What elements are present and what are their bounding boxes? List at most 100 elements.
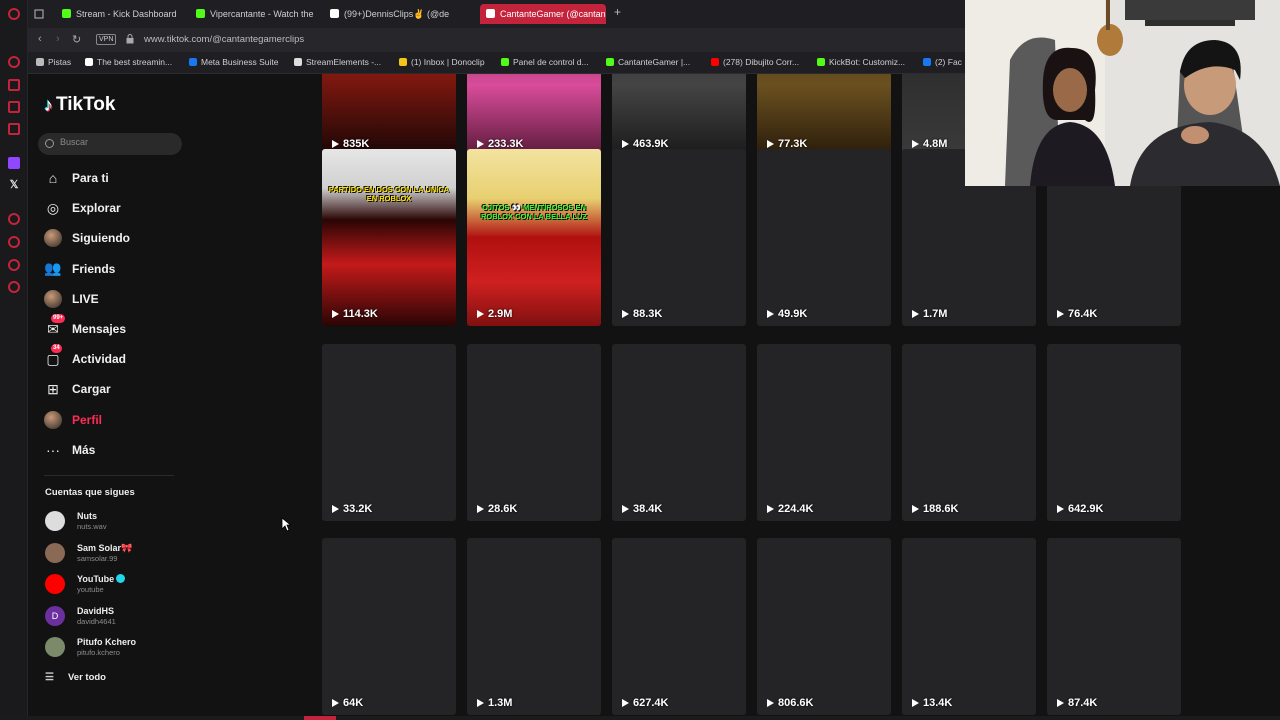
forward-icon[interactable]: › (56, 33, 60, 45)
bookmark-item[interactable]: CantanteGamer |... (606, 57, 690, 67)
video-card[interactable]: 188.6K (902, 344, 1036, 521)
sidebar-item-explorar[interactable]: ◎ Explorar (44, 196, 194, 220)
search-box[interactable] (38, 133, 182, 155)
account-avatar: D (45, 605, 65, 626)
play-icon (622, 699, 629, 707)
url-field[interactable]: www.tiktok.com/@cantantegamerclips (144, 34, 304, 45)
video-card[interactable]: 87.4K (1047, 538, 1181, 715)
account-username: pitufo.kchero (77, 648, 120, 657)
bookmark-item[interactable]: The best streamin... (85, 57, 172, 67)
sidebar-item-label: Para ti (72, 171, 109, 185)
avatar-initial: D (51, 610, 59, 621)
see-all-button[interactable]: ☰ Ver todo (45, 672, 106, 683)
followed-account[interactable]: Nuts nuts.wav (45, 510, 195, 534)
video-card[interactable]: 28.6K (467, 344, 601, 521)
instagram-icon[interactable] (8, 101, 20, 113)
bookmark-favicon-icon (606, 58, 614, 66)
sidebar-item-cargar[interactable]: ⊞ Cargar (44, 377, 194, 401)
sidebar-item-perfil[interactable]: Perfil (44, 408, 194, 432)
new-tab-button[interactable]: + (614, 5, 621, 19)
aria-icon[interactable] (8, 56, 20, 68)
pin-icon[interactable] (8, 259, 20, 271)
browser-tab[interactable]: Vipercantante - Watch the (190, 4, 318, 24)
whatsapp-icon[interactable] (8, 123, 20, 135)
sidebar-item-actividad[interactable]: ▢ 34 Actividad (44, 344, 194, 371)
browser-tab[interactable]: CantanteGamer (@cantan (480, 4, 606, 24)
sidebar-item-siguiendo[interactable]: Siguiendo (44, 226, 194, 250)
account-name: Nuts (77, 511, 97, 521)
followed-account[interactable]: YouTube youtube (45, 573, 195, 597)
video-card[interactable]: 627.4K (612, 538, 746, 715)
play-icon (332, 310, 339, 318)
video-card[interactable]: 13.4K (902, 538, 1036, 715)
play-icon (622, 505, 629, 513)
video-card[interactable]: 88.3K (612, 149, 746, 326)
video-card[interactable]: 224.4K (757, 344, 891, 521)
twitch-icon[interactable] (8, 157, 20, 169)
video-card[interactable]: 642.9K (1047, 344, 1181, 521)
play-icon (767, 310, 774, 318)
video-card[interactable]: 463.9K (612, 74, 746, 156)
view-count: 627.4K (622, 697, 668, 709)
video-card[interactable]: 33.2K (322, 344, 456, 521)
bookmark-item[interactable]: Panel de control d... (501, 57, 589, 67)
opera-logo-icon[interactable] (8, 8, 20, 20)
x-twitter-icon[interactable]: 𝕏 (8, 179, 20, 191)
settings-icon[interactable] (8, 281, 20, 293)
sidebar-item-mensajes[interactable]: ✉ 99+ Mensajes (44, 314, 194, 341)
sidebar-item-live[interactable]: LIVE (44, 287, 194, 311)
followed-account[interactable]: D DavidHS davidh4641 (45, 605, 195, 629)
account-name-text: Pitufo Kchero (77, 637, 137, 647)
divider (44, 475, 174, 476)
video-card[interactable]: PARTIDO EN DOS CON LA UNICA EN ROBLOX 114… (322, 149, 456, 326)
bookmark-item[interactable]: (2) Fac (923, 57, 962, 67)
bookmark-item[interactable]: Meta Business Suite (189, 57, 278, 67)
view-count-text: 1.7M (923, 308, 948, 320)
bookmark-item[interactable]: (278) Dibujito Corr... (711, 57, 799, 67)
video-card[interactable]: 1.3M (467, 538, 601, 715)
sidebar-item-parati[interactable]: ⌂ Para ti (44, 166, 194, 190)
view-count-text: 38.4K (633, 503, 663, 515)
notification-badge: 99+ (51, 314, 66, 323)
followed-account[interactable]: Pitufo Kchero pitufo.kchero (45, 636, 195, 660)
messenger-icon[interactable] (8, 79, 20, 91)
back-icon[interactable]: ‹ (38, 33, 42, 45)
notification-badge: 34 (51, 344, 62, 354)
video-card[interactable]: 38.4K (612, 344, 746, 521)
history-icon[interactable] (8, 213, 20, 225)
video-card[interactable]: 49.9K (757, 149, 891, 326)
view-count: 28.6K (477, 503, 517, 515)
bookmark-item[interactable]: Pistas (36, 57, 71, 67)
bookmark-label: StreamElements -... (306, 57, 382, 67)
following-section-title: Cuentas que sigues (45, 487, 135, 498)
vpn-badge[interactable]: VPN (96, 34, 117, 45)
sidebar-item-label: LIVE (72, 291, 99, 306)
view-count: 87.4K (1057, 697, 1097, 709)
sidebar-item-label: Explorar (72, 201, 121, 216)
bookmark-item[interactable]: StreamElements -... (294, 57, 381, 67)
bookmark-item[interactable]: KickBot: Customiz... (817, 57, 905, 67)
taskbar (0, 716, 1280, 720)
video-card[interactable]: 64K (322, 538, 456, 715)
browser-tab[interactable]: Stream - Kick Dashboard (56, 4, 184, 24)
clock-icon[interactable] (8, 236, 20, 248)
view-count-text: 33.2K (343, 503, 373, 515)
followed-account[interactable]: Sam Solar🎀 samsolar.99 (45, 542, 195, 566)
bookmark-label: Panel de control d... (513, 57, 589, 67)
video-card[interactable]: 77.3K (757, 74, 891, 156)
search-input[interactable] (60, 137, 170, 147)
view-count-text: 114.3K (343, 308, 378, 320)
bookmark-label: CantanteGamer |... (618, 57, 691, 67)
video-card[interactable]: OJITOS 👀 MENTIROSOS EN ROBLOX CON LA BEL… (467, 149, 601, 326)
tiktok-logo[interactable]: ♪ TikTok (44, 94, 115, 116)
bookmark-item[interactable]: (1) Inbox | Donoclip (399, 57, 485, 67)
tab-overview-icon[interactable] (34, 4, 44, 24)
sidebar-item-friends[interactable]: 👥 Friends (44, 257, 194, 281)
video-card[interactable]: 835K (322, 74, 456, 156)
bookmark-label: Pistas (48, 57, 72, 67)
sidebar-item-ms[interactable]: ··· Más (44, 438, 194, 462)
video-card[interactable]: 233.3K (467, 74, 601, 156)
browser-tab[interactable]: (99+)DennisClips✌ (@de (324, 4, 476, 24)
reload-icon[interactable]: ↻ (72, 33, 81, 46)
video-card[interactable]: 806.6K (757, 538, 891, 715)
